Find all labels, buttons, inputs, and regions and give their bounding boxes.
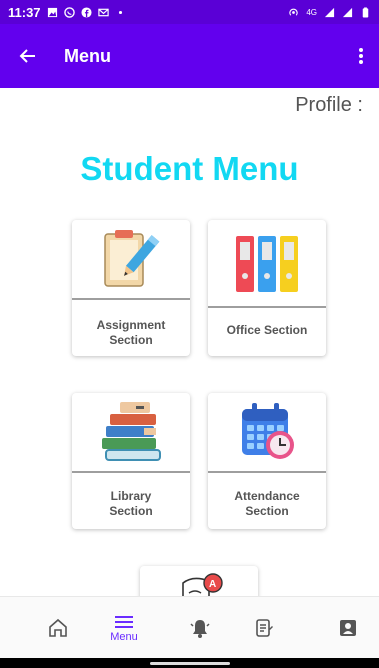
status-right: 4G bbox=[288, 6, 371, 18]
signal-icon bbox=[342, 7, 353, 17]
battery-icon bbox=[362, 6, 369, 18]
student-menu-title: Student Menu bbox=[80, 150, 299, 187]
home-gesture-handle[interactable] bbox=[150, 662, 230, 665]
profile-card-icon bbox=[340, 620, 356, 636]
binders-icon bbox=[236, 236, 298, 292]
hotspot-icon bbox=[289, 8, 299, 16]
menu-icon bbox=[115, 615, 133, 628]
status-bar: 11:37 4G bbox=[0, 0, 379, 24]
back-button[interactable] bbox=[0, 24, 56, 88]
nav-menu[interactable]: Menu bbox=[94, 597, 154, 659]
arrow-back-icon bbox=[19, 49, 35, 63]
nav-home[interactable] bbox=[28, 597, 88, 659]
card-divider bbox=[208, 306, 326, 308]
card-label: Attendance Section bbox=[214, 489, 320, 519]
card-label-line2: Section bbox=[109, 504, 153, 518]
nav-notes[interactable] bbox=[234, 597, 294, 659]
card-label-line1: Attendance bbox=[234, 489, 300, 503]
page-title: Menu bbox=[64, 45, 111, 66]
whatsapp-icon bbox=[63, 6, 75, 18]
nav-menu-label: Menu bbox=[110, 630, 138, 643]
facebook-icon bbox=[81, 6, 92, 18]
status-left: 11:37 bbox=[8, 5, 126, 20]
card-label-line1: Assignment bbox=[96, 318, 166, 332]
card-divider bbox=[72, 298, 190, 300]
svg-text:A: A bbox=[209, 579, 216, 590]
notifications-icon bbox=[190, 620, 210, 638]
bottom-navigation: Menu bbox=[0, 596, 379, 658]
card-label-line1: Office Section bbox=[226, 323, 308, 337]
attendance-section-card[interactable]: Attendance Section bbox=[208, 393, 326, 529]
card-divider bbox=[208, 471, 326, 473]
library-section-card[interactable]: Library Section bbox=[72, 393, 190, 529]
card-label: Assignment Section bbox=[78, 318, 184, 348]
home-icon bbox=[49, 618, 67, 637]
card-label-line2: Section bbox=[245, 504, 289, 518]
nav-notifications[interactable] bbox=[170, 597, 230, 659]
status-time: 11:37 bbox=[8, 4, 41, 20]
network-type-label: 4G bbox=[306, 7, 317, 17]
office-section-card[interactable]: Office Section bbox=[208, 220, 326, 356]
signal-icon bbox=[324, 7, 335, 17]
assignment-section-card[interactable]: Assignment Section bbox=[72, 220, 190, 356]
gmail-icon bbox=[97, 8, 109, 16]
card-label-line2: Section bbox=[109, 333, 153, 347]
card-label: Library Section bbox=[78, 489, 184, 519]
notes-icon bbox=[256, 619, 273, 637]
dot-icon bbox=[118, 10, 122, 14]
more-vert-icon bbox=[359, 48, 363, 64]
nav-profile[interactable] bbox=[318, 597, 378, 659]
card-label: Office Section bbox=[214, 323, 320, 338]
overflow-menu-button[interactable] bbox=[343, 24, 379, 88]
books-stack-icon bbox=[102, 402, 161, 461]
card-label-line1: Library bbox=[110, 489, 152, 503]
app-bar: Menu bbox=[0, 24, 379, 88]
card-divider bbox=[72, 471, 190, 473]
gallery-icon bbox=[47, 7, 57, 17]
clipboard-pencil-icon bbox=[104, 230, 160, 287]
calendar-clock-icon bbox=[242, 403, 294, 459]
profile-label[interactable]: Profile : bbox=[295, 94, 363, 117]
